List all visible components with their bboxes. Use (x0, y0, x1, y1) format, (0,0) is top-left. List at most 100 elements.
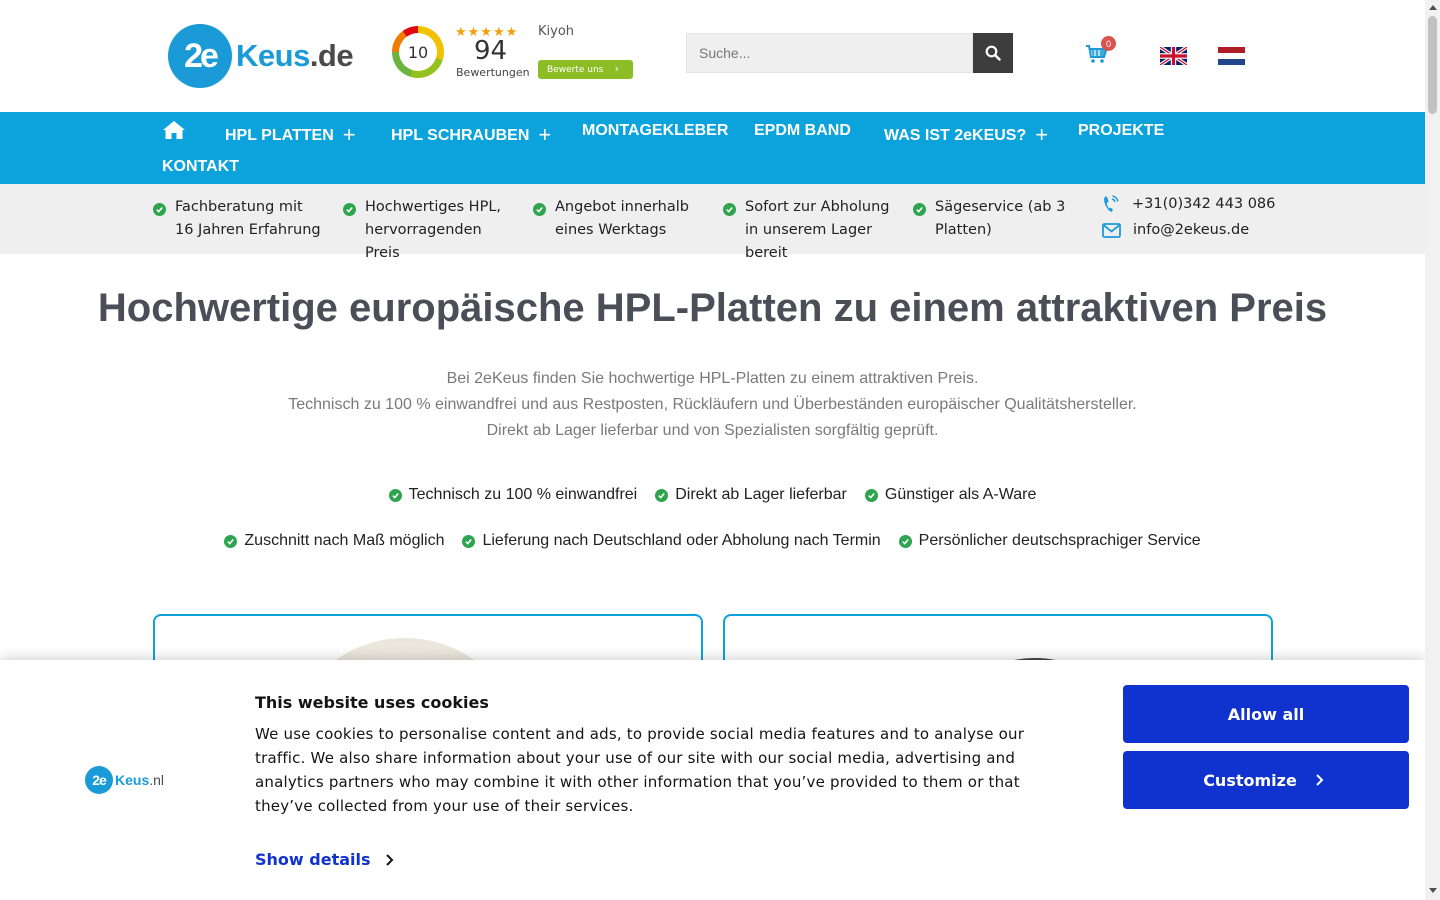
cart-button[interactable]: 0 (1085, 36, 1116, 68)
customize-label: Customize (1203, 770, 1297, 790)
cookie-logo-tld: .nl (149, 772, 165, 788)
feature-list-row-1: Technisch zu 100 % einwandfrei Direkt ab… (0, 486, 1425, 504)
customize-button[interactable]: Customize (1123, 751, 1409, 809)
feature-text: Technisch zu 100 % einwandfrei (408, 486, 638, 503)
nav-hpl-schrauben[interactable]: HPL SCHRAUBEN + (391, 120, 551, 147)
nav-epdm-band[interactable]: EPDM BAND (754, 122, 851, 140)
search-button[interactable] (973, 33, 1013, 73)
kiyoh-score: 10 (399, 33, 437, 71)
feature-text: Günstiger als A-Ware (884, 486, 1037, 503)
check-circle-icon (864, 488, 878, 502)
feature-text: Zuschnitt nach Maß möglich (244, 532, 445, 549)
chevron-right-icon (1316, 774, 1324, 786)
kiyoh-review-count: 94 (474, 36, 508, 66)
check-circle-icon (343, 203, 356, 216)
usp-item: Sägeservice (ab 3 Platten) (913, 196, 1085, 242)
page-title: Hochwertige europäische HPL-Platten zu e… (97, 286, 1328, 330)
show-details-link[interactable]: Show details (255, 850, 399, 869)
intro-line: Direkt ab Lager lieferbar und von Spezia… (486, 422, 939, 439)
cookie-text: We use cookies to personalise content an… (255, 725, 1025, 815)
logo-name: Keus (236, 38, 310, 73)
phone-icon (1104, 195, 1119, 212)
page-intro: Bei 2eKeus finden Sie hochwertige HPL-Pl… (0, 366, 1425, 444)
logo-text: Keus.de (236, 38, 354, 74)
site-logo[interactable]: 2e Keus.de (168, 24, 354, 88)
allow-all-button[interactable]: Allow all (1123, 685, 1409, 743)
scroll-up-icon[interactable] (1429, 5, 1437, 10)
feature-text: Lieferung nach Deutschland oder Abholung… (482, 532, 881, 549)
check-circle-icon (723, 203, 736, 216)
contact-email[interactable]: info@2ekeus.de (1102, 222, 1249, 238)
check-circle-icon (462, 534, 476, 548)
nav-hpl-schrauben-label: HPL SCHRAUBEN (391, 127, 530, 144)
nav-kontakt[interactable]: KONTAKT (162, 158, 239, 176)
scrollbar-thumb[interactable] (1428, 16, 1437, 114)
search-icon (985, 45, 1001, 61)
usp-text: Sägeservice (ab 3 Platten) (935, 199, 1066, 238)
nav-home[interactable] (162, 120, 186, 145)
scroll-down-icon[interactable] (1429, 888, 1437, 893)
cart-count-badge: 0 (1101, 36, 1116, 51)
feature-item: Technisch zu 100 % einwandfrei (388, 486, 638, 504)
chevron-right-icon: › (614, 62, 619, 75)
feature-text: Direkt ab Lager lieferbar (675, 486, 847, 503)
home-icon (163, 121, 185, 139)
kiyoh-widget[interactable]: 10 ★★★★★ Kiyoh 94 Bewertungen Bewerte un… (392, 22, 637, 82)
feature-item: Günstiger als A-Ware (864, 486, 1037, 504)
email-address: info@2ekeus.de (1133, 222, 1250, 238)
intro-line: Bei 2eKeus finden Sie hochwertige HPL-Pl… (446, 370, 979, 387)
check-circle-icon (153, 203, 166, 216)
rate-us-button[interactable]: Bewerte uns › (538, 60, 633, 79)
feature-list-row-2: Zuschnitt nach Maß möglich Lieferung nac… (0, 532, 1425, 550)
nav-projekte[interactable]: PROJEKTE (1078, 122, 1164, 140)
feature-item: Lieferung nach Deutschland oder Abholung… (462, 532, 881, 550)
usp-item: Fachberatung mit 16 Jahren Erfahrung (153, 196, 325, 242)
nav-montagekleber[interactable]: MONTAGEKLEBER (582, 122, 728, 140)
feature-item: Zuschnitt nach Maß möglich (224, 532, 444, 550)
expand-plus-icon[interactable]: + (538, 122, 551, 147)
nl-flag-blue (1218, 59, 1245, 65)
feature-item: Direkt ab Lager lieferbar (655, 486, 847, 504)
cookie-logo: 2e Keus.nl (85, 766, 164, 794)
usp-text: Sofort zur Abholung in unserem Lager ber… (745, 199, 890, 261)
logo-mark: 2e (168, 24, 232, 88)
language-dutch-flag-icon[interactable] (1218, 47, 1245, 65)
chevron-right-icon (385, 853, 393, 866)
main-nav: HPL PLATTEN + HPL SCHRAUBEN + MONTAGEKLEBE… (0, 112, 1425, 184)
intro-line: Technisch zu 100 % einwandfrei und aus R… (288, 396, 1137, 413)
check-circle-icon (898, 534, 912, 548)
kiyoh-review-label: Bewertungen (456, 66, 530, 79)
cookie-logo-name: Keus (115, 772, 150, 788)
nav-was-ist-2ekeus[interactable]: WAS IST 2eKEUS? + (884, 120, 1048, 147)
rate-us-label: Bewerte uns (547, 64, 604, 75)
feature-item: Persönlicher deutschsprachiger Service (898, 532, 1201, 550)
usp-bar: Fachberatung mit 16 Jahren Erfahrung Hoc… (0, 184, 1425, 261)
nav-was-ist-2ekeus-label: WAS IST 2eKEUS? (884, 127, 1027, 144)
check-circle-icon (533, 203, 546, 216)
contact-phone[interactable]: +31(0)342 443 086 (1102, 194, 1275, 214)
page-scrollbar[interactable] (1425, 0, 1440, 900)
cookie-logo-text: Keus.nl (115, 772, 164, 788)
phone-number: +31(0)342 443 086 (1132, 196, 1276, 212)
usp-text: Fachberatung mit 16 Jahren Erfahrung (175, 199, 321, 238)
uk-flag-icon (1160, 47, 1187, 65)
expand-plus-icon[interactable]: + (343, 122, 356, 147)
check-circle-icon (913, 203, 926, 216)
show-details-label: Show details (255, 850, 371, 869)
search-input[interactable] (686, 33, 973, 73)
kiyoh-score-ring: 10 (392, 26, 444, 78)
check-circle-icon (388, 488, 402, 502)
check-circle-icon (224, 534, 238, 548)
expand-plus-icon[interactable]: + (1035, 122, 1048, 147)
nav-hpl-platten[interactable]: HPL PLATTEN + (225, 120, 356, 147)
cookie-banner: 2e Keus.nl This website uses cookies We … (0, 660, 1425, 900)
usp-item: Hochwertiges HPL, hervorragenden Preis (343, 196, 515, 265)
cookie-logo-mark: 2e (85, 766, 113, 794)
usp-item: Sofort zur Abholung in unserem Lager ber… (723, 196, 895, 265)
check-circle-icon (655, 488, 669, 502)
language-english-flag-icon[interactable] (1160, 47, 1187, 65)
search-bar (686, 33, 1013, 73)
envelope-icon (1102, 222, 1121, 238)
logo-tld: .de (309, 38, 354, 73)
usp-item: Angebot innerhalb eines Werktags (533, 196, 705, 242)
